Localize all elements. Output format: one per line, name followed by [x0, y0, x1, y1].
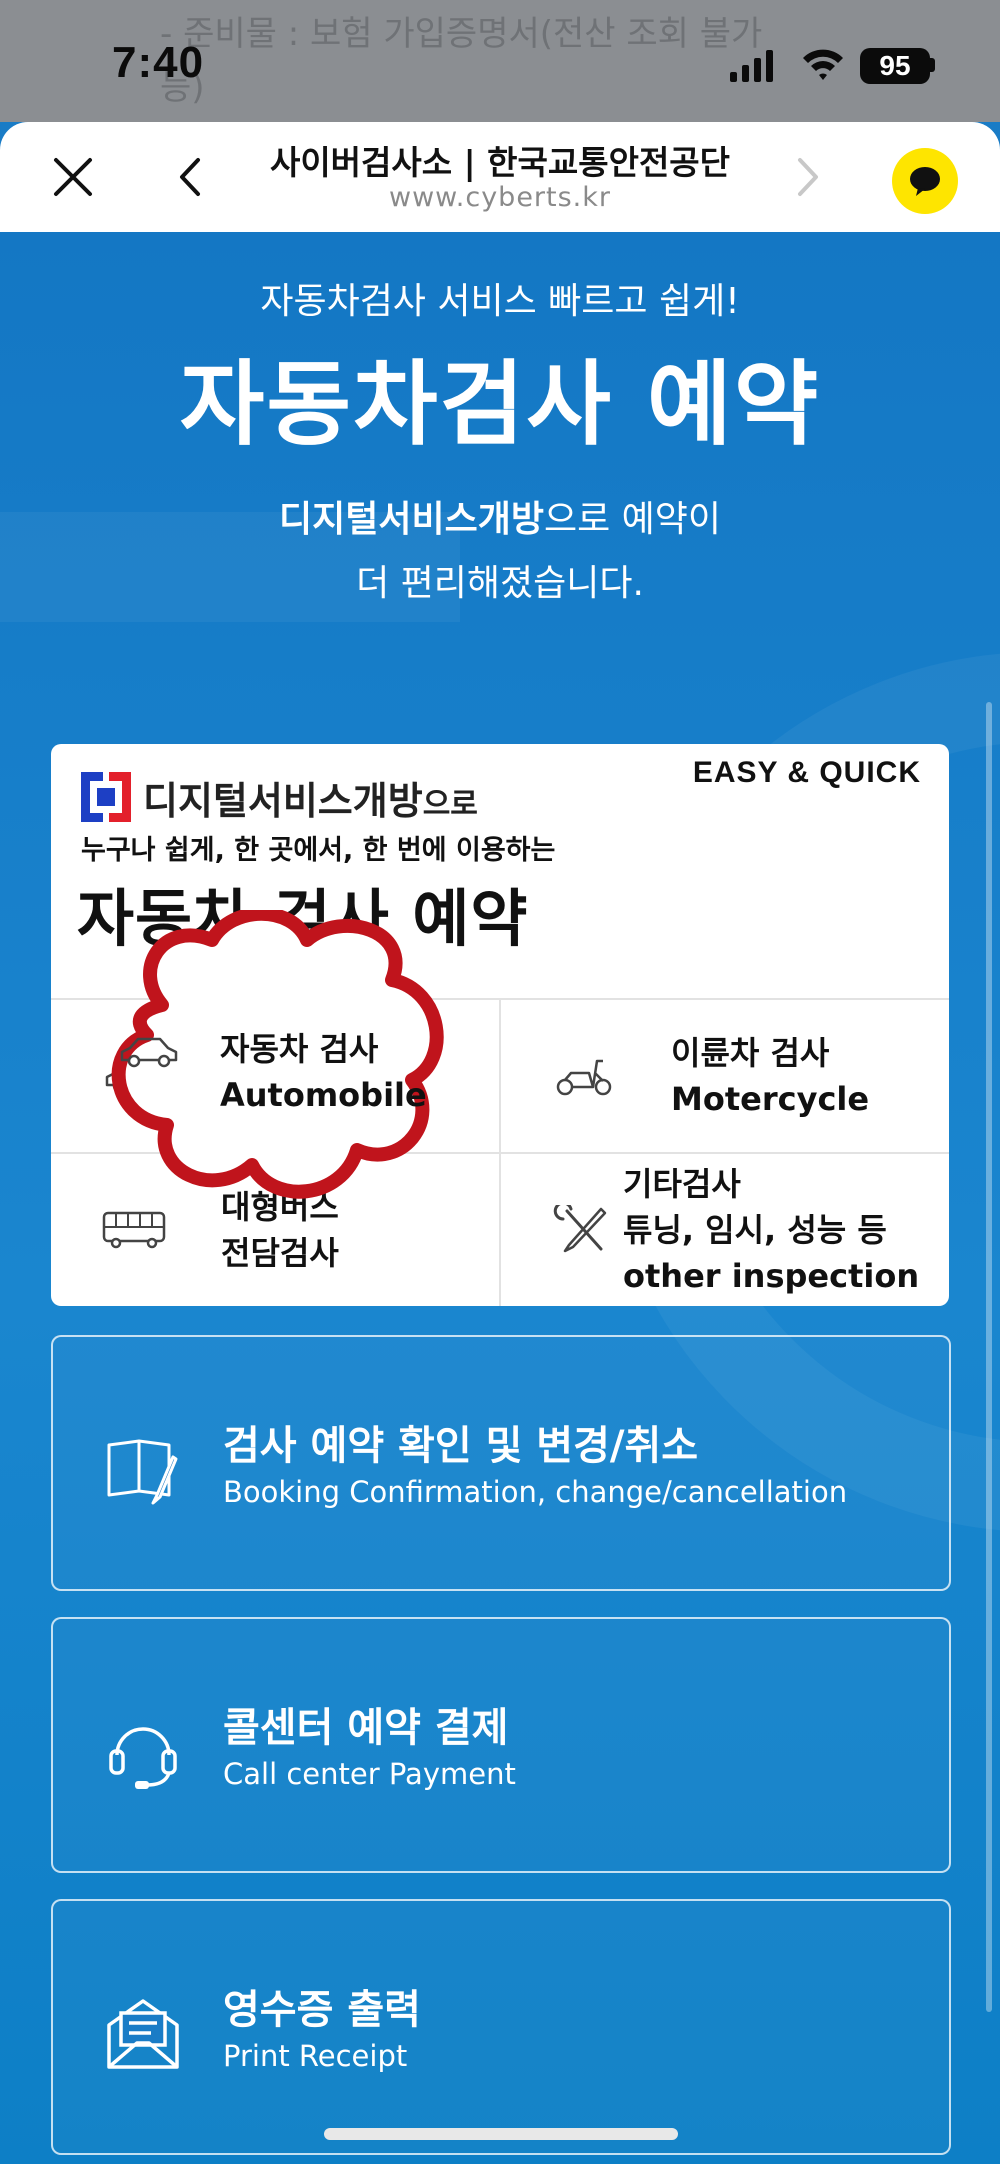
book-pen-icon	[107, 1439, 178, 1505]
other-inspection-option[interactable]: 기타검사 튜닝, 임시, 성능 등 other inspection	[501, 1154, 949, 1306]
print-receipt-button[interactable]: 영수증 출력 Print Receipt	[51, 1899, 951, 2155]
logo-main: 디지털서비스개방	[143, 779, 423, 823]
battery-tip	[930, 58, 935, 72]
logo-text: 디지털서비스개방으로	[143, 770, 478, 825]
bus-icon	[102, 1211, 166, 1249]
kakao-share-button[interactable]	[892, 148, 958, 214]
wifi-icon	[803, 49, 843, 80]
other-label: 기타검사 튜닝, 임시, 성능 등 other inspection	[623, 1161, 919, 1299]
logo-suffix: 으로	[422, 787, 478, 822]
booking-manage-title: 검사 예약 확인 및 변경/취소	[223, 1423, 699, 1469]
annotated-automobile-label-ko: 자동차 검사	[220, 1030, 379, 1068]
cellular-signal-icon	[730, 50, 773, 82]
card-subtitle: 누구나 쉽게, 한 곳에서, 한 번에 이용하는	[81, 835, 556, 866]
hero-title: 자동차검사 예약	[179, 351, 821, 458]
motorcycle-label: 이륜차 검사 Motercycle	[671, 1030, 869, 1122]
page-url: www.cyberts.kr	[389, 182, 611, 213]
chat-bubble-icon	[910, 167, 940, 196]
hero-desc-rest: 으로 예약이	[543, 499, 721, 540]
motorcycle-label-en: Motercycle	[671, 1080, 870, 1118]
receipt-icon	[107, 1999, 179, 2069]
tools-icon	[553, 1205, 607, 1253]
status-bar: - 준비물 : 보험 가입증명서(전산 조회 불가 능) 7:40 95	[0, 0, 1000, 122]
hero-subtitle: 자동차검사 서비스 빠르고 쉽게!	[260, 281, 740, 322]
hero-desc-line2: 더 편리해졌습니다.	[356, 563, 644, 604]
easy-quick-badge: EASY & QUICK	[692, 756, 921, 789]
digital-service-logo-icon	[81, 772, 131, 822]
callcenter-payment-title: 콜센터 예약 결제	[223, 1705, 509, 1751]
hero-description: 디지털서비스개방으로 예약이 더 편리해졌습니다.	[0, 488, 1000, 616]
bus-label-line2: 전담검사	[221, 1234, 339, 1272]
scooter-icon	[556, 1059, 612, 1096]
other-label-en: other inspection	[623, 1257, 920, 1295]
print-receipt-subtitle: Print Receipt	[223, 2039, 408, 2073]
motorcycle-inspection-option[interactable]: 이륜차 검사 Motercycle	[501, 1000, 949, 1152]
print-receipt-title: 영수증 출력	[223, 1987, 421, 2033]
callcenter-payment-button[interactable]: 콜센터 예약 결제 Call center Payment	[51, 1617, 951, 1873]
hero-desc-bold: 디지털서비스개방	[278, 499, 544, 540]
forward-chevron-icon[interactable]	[788, 152, 828, 202]
scrollbar[interactable]	[986, 702, 992, 2012]
callcenter-payment-subtitle: Call center Payment	[223, 1757, 516, 1791]
background-page-text: - 준비물 : 보험 가입증명서(전산 조회 불가	[160, 14, 763, 54]
booking-manage-button[interactable]: 검사 예약 확인 및 변경/취소 Booking Confirmation, c…	[51, 1335, 951, 1591]
red-annotation-cloud: 자동차 검사 Automobile	[111, 910, 444, 1199]
battery-indicator: 95	[860, 48, 930, 84]
in-app-browser-header: 사이버검사소 | 한국교통안전공단 www.cyberts.kr	[0, 122, 1000, 232]
annotated-automobile-label-en: Automobile	[220, 1076, 427, 1114]
other-label-detail: 튜닝, 임시, 성능 등	[623, 1211, 887, 1249]
motorcycle-label-ko: 이륜차 검사	[671, 1034, 830, 1072]
other-label-ko: 기타검사	[623, 1165, 741, 1203]
headset-icon	[109, 1727, 177, 1789]
booking-manage-subtitle: Booking Confirmation, change/cancellatio…	[223, 1475, 848, 1509]
page-title: 사이버검사소 | 한국교통안전공단	[269, 143, 731, 182]
status-time: 7:40	[112, 38, 205, 87]
home-indicator[interactable]	[324, 2128, 678, 2140]
